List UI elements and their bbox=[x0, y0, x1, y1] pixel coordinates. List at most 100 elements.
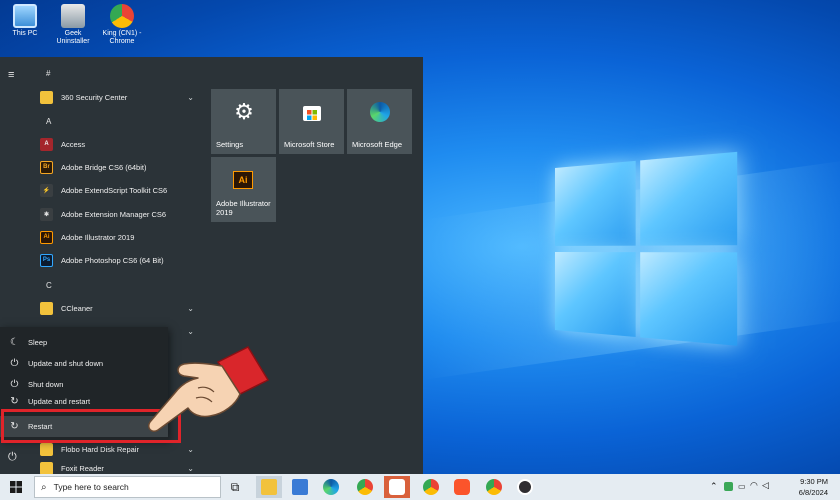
list-item-adobe-extendscript[interactable]: ⚡ Adobe ExtendScript Toolkit CS6 bbox=[40, 180, 200, 200]
moon-icon: ☾ bbox=[10, 337, 19, 348]
tile-adobe-illustrator[interactable]: Ai Adobe Illustrator 2019 bbox=[211, 157, 276, 222]
taskbar-app[interactable] bbox=[384, 476, 410, 498]
power-option-label: Shut down bbox=[28, 380, 64, 389]
photoshop-icon: Ps bbox=[40, 253, 53, 267]
chevron-down-icon: ⌄ bbox=[187, 92, 194, 102]
taskbar-chrome-2[interactable] bbox=[418, 476, 444, 498]
list-item-360-security-center[interactable]: 360 Security Center ⌄ bbox=[40, 87, 200, 107]
folder-icon bbox=[40, 90, 53, 104]
extendscript-icon: ⚡ bbox=[40, 183, 53, 197]
clock[interactable]: 9:30 PM 6/8/2024 bbox=[799, 476, 828, 498]
power-icon[interactable]: ⏻ bbox=[8, 451, 17, 464]
list-item-foxit[interactable]: Foxit Reader ⌄ bbox=[40, 462, 200, 474]
windows-logo-wallpaper bbox=[555, 151, 740, 349]
list-item-adobe-photoshop[interactable]: Ps Adobe Photoshop CS6 (64 Bit) bbox=[40, 250, 200, 270]
chrome-icon bbox=[110, 4, 134, 28]
search-box[interactable]: ⌕ Type here to search bbox=[34, 476, 221, 498]
app-label: Adobe Bridge CS6 (64bit) bbox=[61, 162, 147, 172]
app-label: Access bbox=[61, 139, 86, 149]
chevron-up-icon[interactable]: ⌃ bbox=[710, 481, 718, 492]
list-item-adobe-bridge[interactable]: Br Adobe Bridge CS6 (64bit) bbox=[40, 157, 200, 177]
store-icon bbox=[301, 101, 323, 123]
taskbar-obs[interactable] bbox=[512, 476, 538, 498]
computer-icon bbox=[13, 4, 37, 28]
chrome-icon bbox=[423, 479, 439, 495]
pointing-hand-icon bbox=[147, 346, 270, 433]
file-explorer-icon bbox=[261, 479, 277, 495]
gear-icon: ⚙ bbox=[234, 99, 254, 124]
extension-manager-icon: ✱ bbox=[40, 207, 53, 221]
task-view-button[interactable]: ⧉ bbox=[222, 476, 248, 498]
app-icon bbox=[389, 479, 405, 495]
group-header[interactable]: C bbox=[46, 281, 52, 290]
bridge-icon: Br bbox=[40, 160, 53, 174]
app-label: Flobo Hard Disk Repair bbox=[61, 444, 139, 454]
power-option-label: Update and shut down bbox=[28, 359, 104, 368]
taskbar: ⌕ Type here to search ⧉ ⌃ ▭ ◠ ◁ 9:30 PM … bbox=[0, 474, 840, 500]
desktop-icon-geek-uninstaller[interactable]: Geek Uninstaller bbox=[51, 4, 95, 46]
app-label: 360 Security Center bbox=[61, 92, 128, 102]
list-item-access[interactable]: A Access bbox=[40, 134, 200, 154]
chrome-icon bbox=[357, 479, 373, 495]
desktop-icon-chrome[interactable]: King (CN1) - Chrome bbox=[100, 4, 144, 46]
illustrator-icon: Ai bbox=[40, 230, 53, 244]
desktop-icon-this-pc[interactable]: This PC bbox=[3, 4, 47, 38]
photos-icon bbox=[292, 479, 308, 495]
tile-settings[interactable]: ⚙ Settings bbox=[211, 89, 276, 154]
task-view-icon: ⧉ bbox=[230, 479, 240, 494]
desktop-icon-label: Geek Uninstaller bbox=[56, 30, 90, 45]
network-icon[interactable]: ◠ bbox=[750, 480, 758, 491]
list-item-adobe-extension-manager[interactable]: ✱ Adobe Extension Manager CS6 bbox=[40, 204, 200, 224]
chevron-down-icon: ⌄ bbox=[187, 303, 194, 313]
battery-icon[interactable]: ▭ bbox=[738, 482, 746, 491]
search-placeholder: Type here to search bbox=[53, 482, 129, 492]
tile-microsoft-edge[interactable]: Microsoft Edge bbox=[347, 89, 412, 154]
tile-label: Microsoft Edge bbox=[352, 140, 403, 149]
tile-label: Settings bbox=[216, 140, 244, 149]
edge-icon bbox=[323, 479, 339, 495]
access-icon: A bbox=[40, 137, 53, 151]
taskbar-brave[interactable] bbox=[449, 476, 475, 498]
obs-icon bbox=[517, 479, 533, 495]
app-label: Foxit Reader bbox=[61, 463, 104, 473]
folder-icon bbox=[40, 462, 53, 474]
clock-time: 9:30 PM bbox=[800, 477, 828, 486]
hamburger-menu-icon[interactable]: ≡ bbox=[8, 69, 14, 81]
update-power-icon: ⏻ bbox=[10, 358, 19, 369]
group-header[interactable]: A bbox=[46, 117, 51, 126]
chevron-down-icon: ⌄ bbox=[187, 326, 194, 336]
app-tray-icon[interactable] bbox=[724, 482, 733, 491]
list-item-adobe-illustrator[interactable]: Ai Adobe Illustrator 2019 bbox=[40, 227, 200, 247]
clock-date: 6/8/2024 bbox=[798, 488, 828, 497]
volume-icon[interactable]: ◁ bbox=[762, 480, 769, 491]
tile-label: Microsoft Store bbox=[284, 140, 335, 149]
power-option-label: Sleep bbox=[28, 338, 48, 347]
taskbar-photos[interactable] bbox=[287, 476, 313, 498]
power-icon: ⏻ bbox=[10, 379, 19, 390]
uninstaller-icon bbox=[61, 4, 85, 28]
illustrator-icon: Ai bbox=[233, 171, 253, 189]
list-item-ccleaner[interactable]: CCleaner ⌄ bbox=[40, 298, 200, 318]
start-button[interactable] bbox=[0, 474, 32, 500]
app-label: CCleaner bbox=[61, 303, 93, 313]
chevron-down-icon: ⌄ bbox=[187, 444, 194, 454]
group-header[interactable]: # bbox=[46, 69, 50, 78]
update-restart-icon: ↻ bbox=[10, 395, 19, 407]
taskbar-chrome[interactable] bbox=[352, 476, 378, 498]
app-label: Adobe ExtendScript Toolkit CS6 bbox=[61, 185, 168, 195]
app-label: Adobe Extension Manager CS6 bbox=[61, 209, 167, 219]
chevron-down-icon: ⌄ bbox=[187, 463, 194, 473]
search-icon: ⌕ bbox=[41, 481, 47, 493]
tile-label: Adobe Illustrator 2019 bbox=[216, 199, 271, 217]
desktop-icon-label: This PC bbox=[12, 30, 38, 37]
folder-icon bbox=[40, 301, 53, 315]
folder-icon bbox=[40, 442, 53, 456]
tile-microsoft-store[interactable]: Microsoft Store bbox=[279, 89, 344, 154]
taskbar-chrome-3[interactable] bbox=[481, 476, 507, 498]
edge-icon bbox=[369, 101, 391, 123]
taskbar-edge[interactable] bbox=[318, 476, 344, 498]
windows-icon bbox=[10, 481, 22, 493]
taskbar-file-explorer[interactable] bbox=[256, 476, 282, 498]
app-label: Adobe Illustrator 2019 bbox=[61, 232, 135, 242]
power-option-label: Update and restart bbox=[28, 396, 91, 406]
